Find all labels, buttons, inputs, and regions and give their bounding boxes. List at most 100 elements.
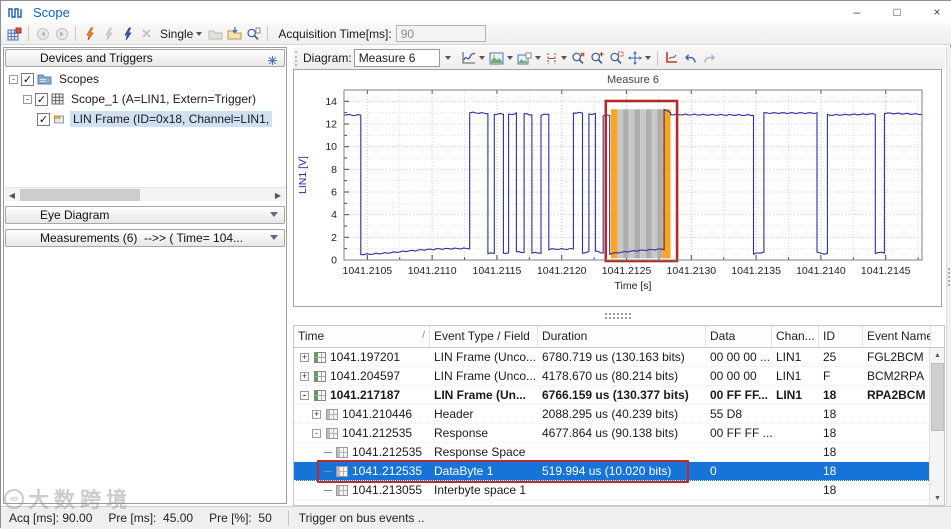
column-header-time[interactable]: Time / [294, 326, 430, 347]
sort-indicator-icon: / [422, 330, 425, 341]
collapse-icon[interactable]: - [312, 428, 321, 438]
cell-time: - 1041.212535 [294, 426, 430, 440]
copy-image-icon[interactable] [515, 48, 543, 68]
pin-icon[interactable] [268, 54, 277, 68]
cell-id: 18 [823, 426, 837, 440]
toolbar-grip[interactable] [295, 50, 298, 66]
table-row[interactable]: 1041.212535 DataByte 1 519.994 us (10.020 … [294, 462, 944, 481]
single-mode-dropdown[interactable]: Single [156, 24, 206, 44]
scroll-up-icon[interactable]: ▲ [930, 348, 945, 362]
tree-item[interactable]: - ✓ Scope_1 (A=LIN1, Extern=Trigger) [5, 89, 285, 109]
expand-icon[interactable]: + [300, 371, 309, 381]
tree-item-label[interactable]: Scope_1 (A=LIN1, Extern=Trigger) [68, 91, 259, 107]
trigger-force-icon[interactable] [118, 24, 137, 44]
tree-horizontal-scrollbar[interactable]: ◀ ▶ [5, 187, 285, 201]
cell-data: 0 [710, 464, 717, 478]
acquisition-time-label: Acquisition Time[ms]: [278, 26, 392, 41]
toolbar-separator [75, 26, 76, 41]
trigger-single-icon[interactable] [80, 24, 99, 44]
search-report-icon[interactable] [244, 24, 263, 44]
undo-icon[interactable] [681, 48, 700, 68]
plot-type-icon[interactable] [459, 48, 487, 68]
status-bar: Acq [ms]: 90.00 Pre [ms]: 45.00 Pre [%]:… [1, 506, 951, 529]
acquisition-time-input[interactable] [395, 25, 486, 42]
field-row-icon [326, 408, 338, 420]
table-row[interactable]: +1041.204597 LIN Frame (Unco... 4178.670 u… [294, 367, 944, 386]
right-splitter[interactable] [946, 47, 951, 506]
table-row[interactable]: +1041.210446 Header 2088.295 us (40.239 bi… [294, 405, 944, 424]
diagram-select[interactable]: Measure 6 [353, 49, 440, 67]
scroll-left-icon[interactable]: ◀ [5, 188, 19, 202]
diagram-label: Diagram: [303, 51, 352, 65]
expand-icon[interactable]: + [312, 409, 321, 419]
measurements-bar[interactable]: Measurements (6) -->> ( Time= 104... [5, 229, 285, 247]
svg-text:1041.2115: 1041.2115 [472, 265, 521, 277]
cell-event-type: LIN Frame (Unco... [434, 350, 537, 364]
reset-axes-icon[interactable] [662, 48, 681, 68]
tree-item-label[interactable]: LIN Frame (ID=0x18, Channel=LIN1, [70, 111, 273, 127]
zoom-out-icon[interactable] [569, 48, 588, 68]
tree-item[interactable]: ✓ LIN Frame (ID=0x18, Channel=LIN1, [5, 109, 285, 129]
table-row[interactable]: 1041.213055 Interbyte space 1 18 [294, 481, 944, 500]
minimize-button[interactable]: – [850, 5, 864, 19]
devices-and-triggers-header[interactable]: Devices and Triggers [5, 49, 285, 67]
maximize-button[interactable]: □ [890, 5, 904, 19]
field-row-icon [336, 465, 348, 477]
close-button[interactable]: × [930, 5, 944, 19]
column-header-id[interactable]: ID [819, 326, 863, 347]
expand-icon[interactable]: + [300, 352, 309, 362]
column-header-duration[interactable]: Duration [538, 326, 706, 347]
table-row[interactable]: - 1041.217187 LIN Frame (Un... 6766.159 us … [294, 386, 944, 405]
cell-data: 00 FF FF... [710, 388, 769, 402]
chart-table-splitter[interactable] [293, 308, 942, 324]
field-row-icon [326, 427, 338, 439]
collapse-icon[interactable]: - [9, 74, 18, 84]
cell-duration: 6780.719 us (130.163 bits) [542, 350, 685, 364]
cell-time: - 1041.217187 [294, 388, 430, 402]
measurements-label: Measurements (6) -->> ( Time= 104... [40, 231, 244, 245]
column-header-data[interactable]: Data [706, 326, 772, 347]
scroll-down-icon[interactable]: ▼ [930, 491, 945, 505]
tree-checkbox[interactable]: ✓ [21, 72, 34, 86]
scrollbar-thumb[interactable] [20, 189, 140, 201]
scroll-right-icon[interactable]: ▶ [271, 188, 285, 202]
export-image-icon[interactable] [487, 48, 515, 68]
svg-text:1041.2140: 1041.2140 [796, 265, 846, 277]
cell-duration: 4178.670 us (80.214 bits) [542, 369, 679, 383]
frame-row-icon [314, 351, 326, 363]
column-header-event-name[interactable]: Event Name [863, 326, 931, 347]
waveform-chart[interactable]: Measure 61041.2105 1041.2110 1041.2115 1041… [294, 70, 941, 306]
table-header-row: Time / Event Type / Field Duration Data Chan.… [294, 326, 944, 348]
svg-text:1041.2145: 1041.2145 [861, 265, 911, 277]
diagram-select-caret[interactable] [440, 49, 453, 67]
table-row[interactable]: +1041.197201 LIN Frame (Unco... 6780.719 u… [294, 348, 944, 367]
tree-item[interactable]: - ✓ Scopes [5, 69, 285, 89]
column-header-event-type-field[interactable]: Event Type / Field [430, 326, 538, 347]
field-row-icon [336, 484, 348, 496]
scrollbar-thumb[interactable] [931, 363, 944, 431]
table-row[interactable]: 1041.212535 Response Space 18 [294, 443, 944, 462]
column-header-chan-[interactable]: Chan... [772, 326, 819, 347]
svg-text:1041.2130: 1041.2130 [666, 265, 716, 277]
cell-channel: LIN1 [776, 350, 802, 364]
svg-text:4: 4 [331, 209, 337, 221]
pan-icon[interactable] [626, 48, 653, 68]
tree-item-label[interactable]: Scopes [56, 71, 102, 87]
tree-checkbox[interactable]: ✓ [37, 112, 50, 126]
table-body: +1041.197201 LIN Frame (Unco... 6780.719 u… [294, 348, 944, 500]
table-vertical-scrollbar[interactable]: ▲ ▼ [929, 348, 944, 505]
zoom-in-icon[interactable] [588, 48, 607, 68]
collapse-icon[interactable]: - [300, 390, 309, 400]
table-row[interactable]: - 1041.212535 Response 4677.864 us (90.138 … [294, 424, 944, 443]
single-mode-label: Single [160, 26, 194, 41]
zoom-region-icon[interactable] [607, 48, 626, 68]
export-icon[interactable] [225, 24, 244, 44]
cursor-icon[interactable] [543, 48, 569, 68]
tree-checkbox[interactable]: ✓ [35, 92, 48, 106]
eye-diagram-bar[interactable]: Eye Diagram [5, 206, 285, 224]
run-measurement-icon[interactable] [5, 24, 24, 44]
svg-text:8: 8 [331, 164, 337, 176]
collapse-icon[interactable]: - [23, 94, 32, 104]
chevron-down-icon [270, 235, 278, 240]
cell-duration: 6766.159 us (130.377 bits) [542, 388, 689, 402]
